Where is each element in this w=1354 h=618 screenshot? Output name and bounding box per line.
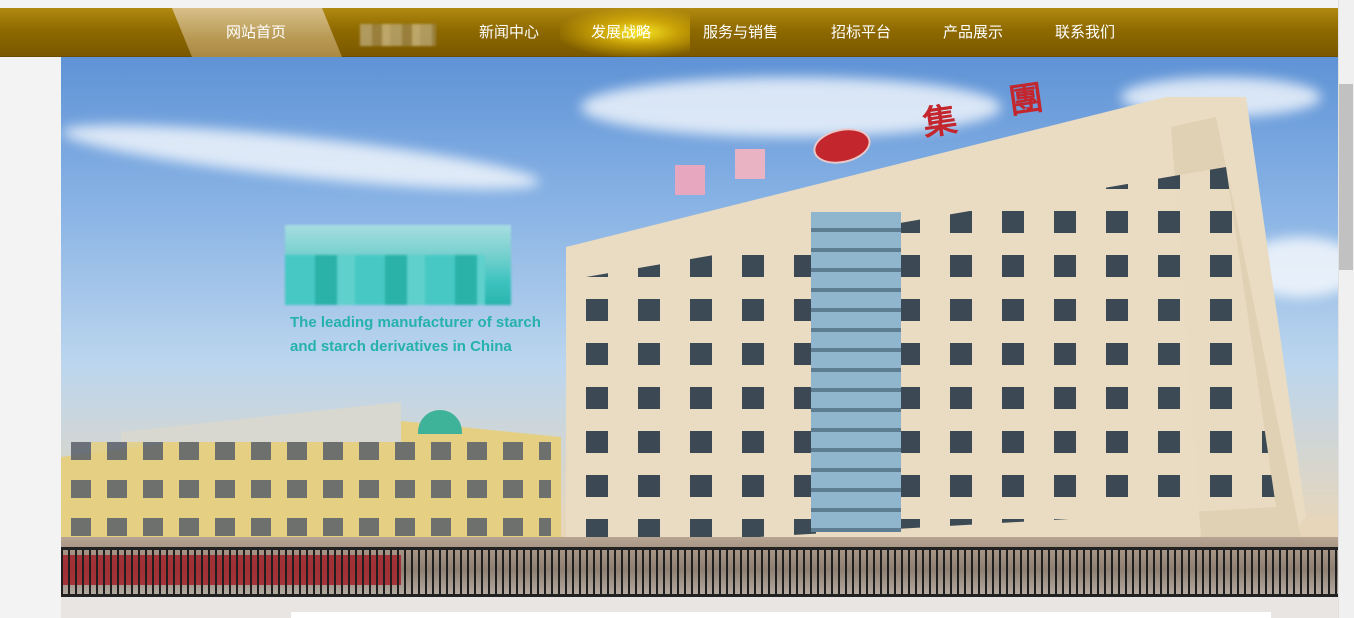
pixelated-sign: [675, 165, 705, 195]
nav-item-home[interactable]: 网站首页: [226, 8, 286, 57]
left-building-roof: [121, 402, 401, 442]
nav-item-strategy[interactable]: 发展战略: [591, 8, 651, 57]
top-strip: [0, 0, 1338, 8]
scrollbar-thumb[interactable]: [1339, 84, 1353, 270]
tagline-line-1: The leading manufacturer of starch: [290, 314, 541, 331]
tagline: The leading manufacturer of starch and s…: [290, 311, 541, 359]
nav-item-service-sales[interactable]: 服务与销售: [703, 8, 778, 57]
main-nav: 网站首页 新闻中心 发展战略 服务与销售 招标平台 产品展示 联系我们: [0, 8, 1338, 57]
pixelated-sign: [735, 149, 765, 179]
pixelated-slogan: [285, 225, 511, 305]
tagline-line-2: and starch derivatives in China: [290, 338, 512, 355]
nav-item-obscured[interactable]: [360, 24, 436, 46]
nav-item-products[interactable]: 产品展示: [943, 8, 1003, 57]
building-glass-column: [811, 212, 901, 532]
nav-item-contact[interactable]: 联系我们: [1055, 8, 1115, 57]
green-dome: [418, 410, 462, 434]
hero-banner: 集 團 The leading manufacturer of starch a…: [61, 57, 1338, 618]
content-bar: [291, 612, 1271, 618]
iron-fence: [61, 547, 1338, 597]
nav-item-bidding[interactable]: 招标平台: [831, 8, 891, 57]
nav-item-news[interactable]: 新闻中心: [479, 8, 539, 57]
cloud: [61, 112, 542, 202]
rooftop-sign-char: 集: [920, 99, 960, 145]
rooftop-sign-char: 團: [1006, 77, 1046, 123]
